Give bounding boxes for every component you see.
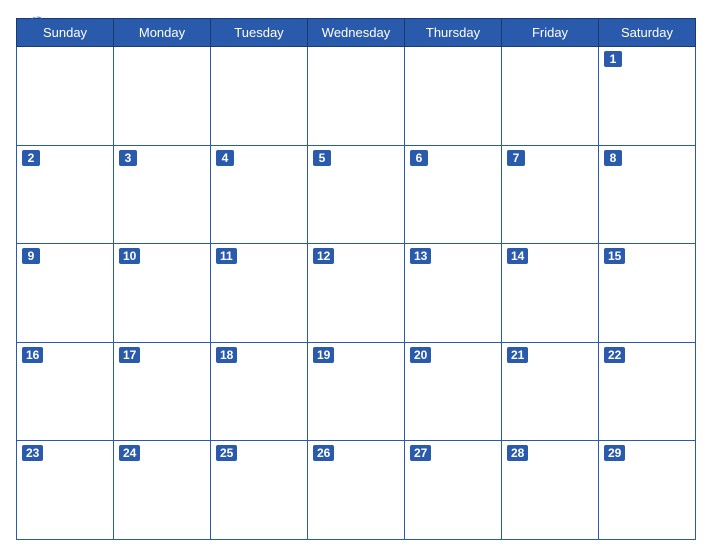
day-number: 1 — [604, 51, 622, 67]
calendar-cell: 18 — [211, 342, 308, 441]
day-number: 25 — [216, 445, 237, 461]
calendar-header — [16, 10, 696, 14]
day-number: 3 — [119, 150, 137, 166]
calendar-cell: 14 — [502, 244, 599, 343]
calendar-cell — [502, 47, 599, 146]
calendar-cell — [308, 47, 405, 146]
calendar-cell: 23 — [17, 441, 114, 540]
day-number: 29 — [604, 445, 625, 461]
calendar-week-1: 1 — [17, 47, 696, 146]
day-number: 12 — [313, 248, 334, 264]
calendar-cell: 13 — [405, 244, 502, 343]
day-number: 4 — [216, 150, 234, 166]
calendar-cell: 9 — [17, 244, 114, 343]
calendar-cell: 4 — [211, 145, 308, 244]
logo-icon — [16, 10, 44, 38]
day-number: 10 — [119, 248, 140, 264]
weekday-header-wednesday: Wednesday — [308, 19, 405, 47]
calendar-cell — [17, 47, 114, 146]
calendar-cell: 22 — [599, 342, 696, 441]
day-number: 20 — [410, 347, 431, 363]
calendar-cell: 8 — [599, 145, 696, 244]
day-number: 5 — [313, 150, 331, 166]
calendar-week-2: 2 3 4 5 6 7 8 — [17, 145, 696, 244]
weekday-header-thursday: Thursday — [405, 19, 502, 47]
calendar-cell: 27 — [405, 441, 502, 540]
calendar-cell: 26 — [308, 441, 405, 540]
day-number: 13 — [410, 248, 431, 264]
day-number: 18 — [216, 347, 237, 363]
weekday-header-saturday: Saturday — [599, 19, 696, 47]
calendar-cell: 15 — [599, 244, 696, 343]
weekday-header-row: SundayMondayTuesdayWednesdayThursdayFrid… — [17, 19, 696, 47]
calendar-week-5: 23 24 25 26 27 28 29 — [17, 441, 696, 540]
calendar-cell — [114, 47, 211, 146]
calendar-cell — [405, 47, 502, 146]
calendar-week-4: 16 17 18 19 20 21 22 — [17, 342, 696, 441]
day-number: 9 — [22, 248, 40, 264]
weekday-header-monday: Monday — [114, 19, 211, 47]
day-number: 11 — [216, 248, 237, 264]
day-number: 15 — [604, 248, 625, 264]
calendar-cell: 25 — [211, 441, 308, 540]
calendar-cell: 28 — [502, 441, 599, 540]
calendar-cell: 20 — [405, 342, 502, 441]
weekday-header-friday: Friday — [502, 19, 599, 47]
day-number: 21 — [507, 347, 528, 363]
day-number: 8 — [604, 150, 622, 166]
calendar-cell: 7 — [502, 145, 599, 244]
calendar-cell: 19 — [308, 342, 405, 441]
calendar-cell: 17 — [114, 342, 211, 441]
calendar-cell: 24 — [114, 441, 211, 540]
logo — [16, 10, 47, 38]
calendar-cell: 21 — [502, 342, 599, 441]
day-number: 24 — [119, 445, 140, 461]
day-number: 7 — [507, 150, 525, 166]
day-number: 16 — [22, 347, 43, 363]
calendar-cell: 29 — [599, 441, 696, 540]
calendar-cell: 3 — [114, 145, 211, 244]
calendar-cell: 2 — [17, 145, 114, 244]
calendar-cell: 12 — [308, 244, 405, 343]
day-number: 28 — [507, 445, 528, 461]
calendar-cell: 10 — [114, 244, 211, 343]
weekday-header-tuesday: Tuesday — [211, 19, 308, 47]
day-number: 19 — [313, 347, 334, 363]
day-number: 23 — [22, 445, 43, 461]
day-number: 27 — [410, 445, 431, 461]
calendar-cell: 6 — [405, 145, 502, 244]
day-number: 26 — [313, 445, 334, 461]
calendar-table: SundayMondayTuesdayWednesdayThursdayFrid… — [16, 18, 696, 540]
calendar-cell — [211, 47, 308, 146]
day-number: 6 — [410, 150, 428, 166]
day-number: 14 — [507, 248, 528, 264]
calendar-cell: 16 — [17, 342, 114, 441]
day-number: 22 — [604, 347, 625, 363]
calendar-week-3: 9 10 11 12 13 14 15 — [17, 244, 696, 343]
day-number: 2 — [22, 150, 40, 166]
day-number: 17 — [119, 347, 140, 363]
calendar-cell: 5 — [308, 145, 405, 244]
calendar-cell: 11 — [211, 244, 308, 343]
calendar-cell: 1 — [599, 47, 696, 146]
